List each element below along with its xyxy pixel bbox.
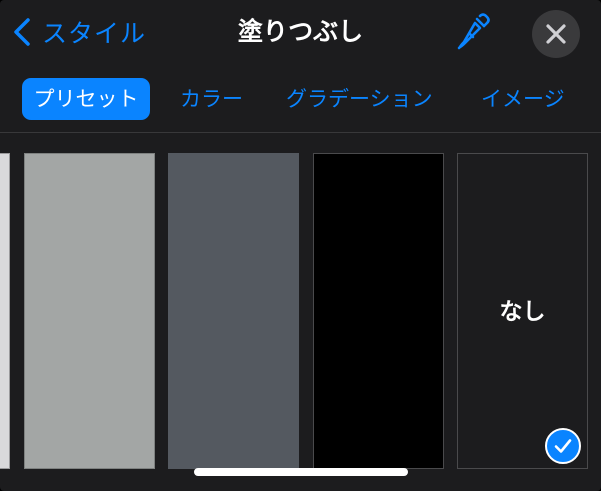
swatch-none[interactable]: なし [457, 153, 588, 469]
back-button-label: スタイル [42, 19, 147, 48]
chevron-left-icon [14, 18, 30, 46]
close-icon [546, 24, 566, 44]
swatch-gray[interactable] [24, 153, 155, 469]
swatch-none-label: なし [499, 299, 546, 325]
tab-divider [0, 132, 601, 133]
eyedropper-icon [457, 13, 490, 50]
tab-color[interactable]: カラー [180, 78, 243, 120]
swatch-light-gray[interactable] [0, 153, 10, 469]
eyedropper-button[interactable] [456, 13, 490, 51]
tab-gradient[interactable]: グラデーション [286, 78, 433, 120]
swatch-black[interactable] [313, 153, 444, 469]
fill-panel: スタイル 塗りつぶし プリセット カラー グラデーション イメージ なし [0, 0, 601, 491]
back-button[interactable]: スタイル [10, 14, 146, 50]
selected-badge [545, 428, 581, 464]
tab-image[interactable]: イメージ [481, 78, 565, 120]
tab-preset[interactable]: プリセット [22, 78, 150, 120]
swatch-dark-gray[interactable] [168, 153, 299, 469]
close-button[interactable] [532, 10, 580, 58]
checkmark-icon [554, 439, 572, 453]
home-indicator [194, 468, 408, 476]
